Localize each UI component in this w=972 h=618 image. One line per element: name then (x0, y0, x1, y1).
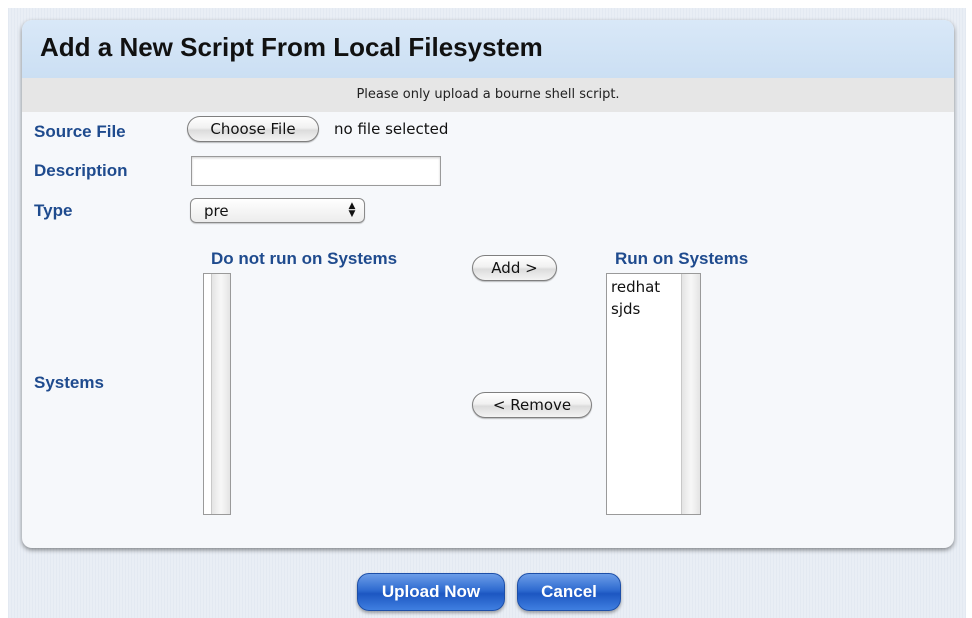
panel-header: Add a New Script From Local Filesystem (22, 20, 954, 78)
choose-file-button[interactable]: Choose File (187, 116, 319, 142)
source-file-label: Source File (34, 122, 126, 141)
notice-bar: Please only upload a bourne shell script… (22, 78, 954, 112)
page-title: Add a New Script From Local Filesystem (40, 32, 543, 62)
not-run-systems-heading: Do not run on Systems (211, 249, 398, 268)
file-status-text: no file selected (334, 120, 449, 138)
remove-system-button[interactable]: < Remove (472, 392, 592, 418)
run-systems-list[interactable]: redhat sjds (606, 273, 701, 515)
description-field[interactable] (191, 156, 441, 186)
upload-script-panel: Add a New Script From Local Filesystem P… (22, 20, 954, 548)
run-system-option[interactable]: sjds (611, 300, 640, 318)
run-systems-heading: Run on Systems (615, 249, 749, 268)
type-select-value: pre (204, 202, 229, 220)
upload-now-button[interactable]: Upload Now (357, 573, 505, 611)
description-label: Description (34, 161, 128, 180)
notice-text: Please only upload a bourne shell script… (356, 87, 620, 102)
type-select[interactable]: pre ▲ ▼ (190, 198, 365, 223)
add-system-button[interactable]: Add > (472, 255, 557, 281)
systems-label: Systems (34, 373, 104, 392)
updown-chevron-icon: ▲ ▼ (348, 201, 356, 219)
run-system-option[interactable]: redhat (611, 278, 660, 296)
not-run-systems-list[interactable] (203, 273, 231, 515)
not-run-list-scrollbar[interactable] (211, 274, 230, 514)
type-label: Type (34, 201, 73, 220)
run-list-scrollbar[interactable] (681, 274, 700, 514)
cancel-button[interactable]: Cancel (517, 573, 621, 611)
